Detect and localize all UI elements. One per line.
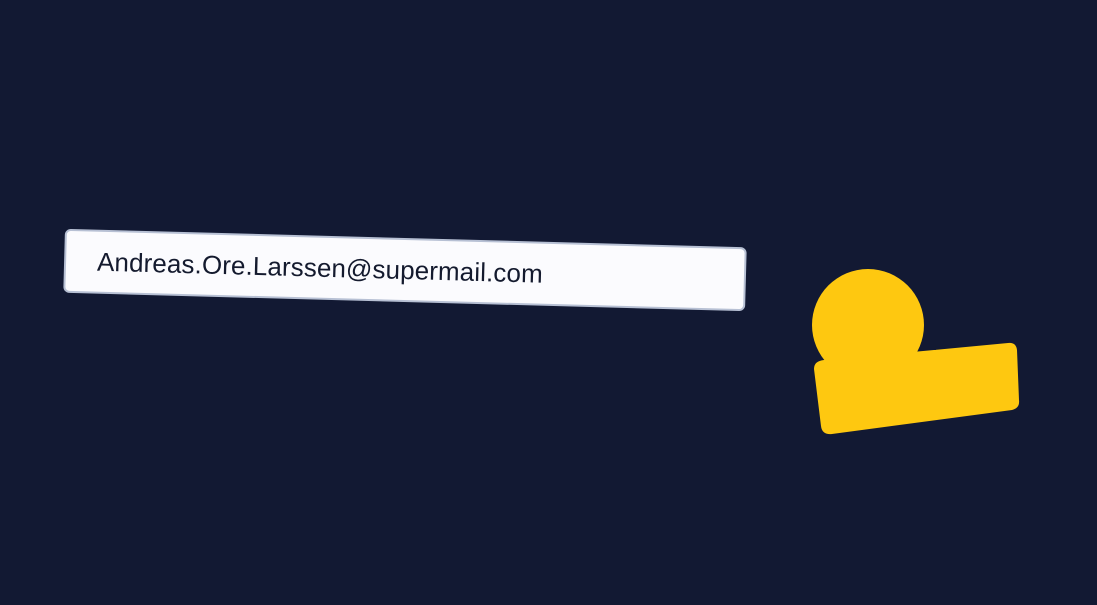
user-icon bbox=[812, 269, 1020, 435]
user-icon-notch bbox=[922, 330, 936, 350]
user-icon-shape bbox=[812, 269, 1020, 435]
email-field[interactable]: Andreas.Ore.Larssen@supermail.com bbox=[63, 228, 747, 312]
canvas: Andreas.Ore.Larssen@supermail.com bbox=[0, 0, 1097, 605]
email-field-value: Andreas.Ore.Larssen@supermail.com bbox=[96, 246, 544, 289]
